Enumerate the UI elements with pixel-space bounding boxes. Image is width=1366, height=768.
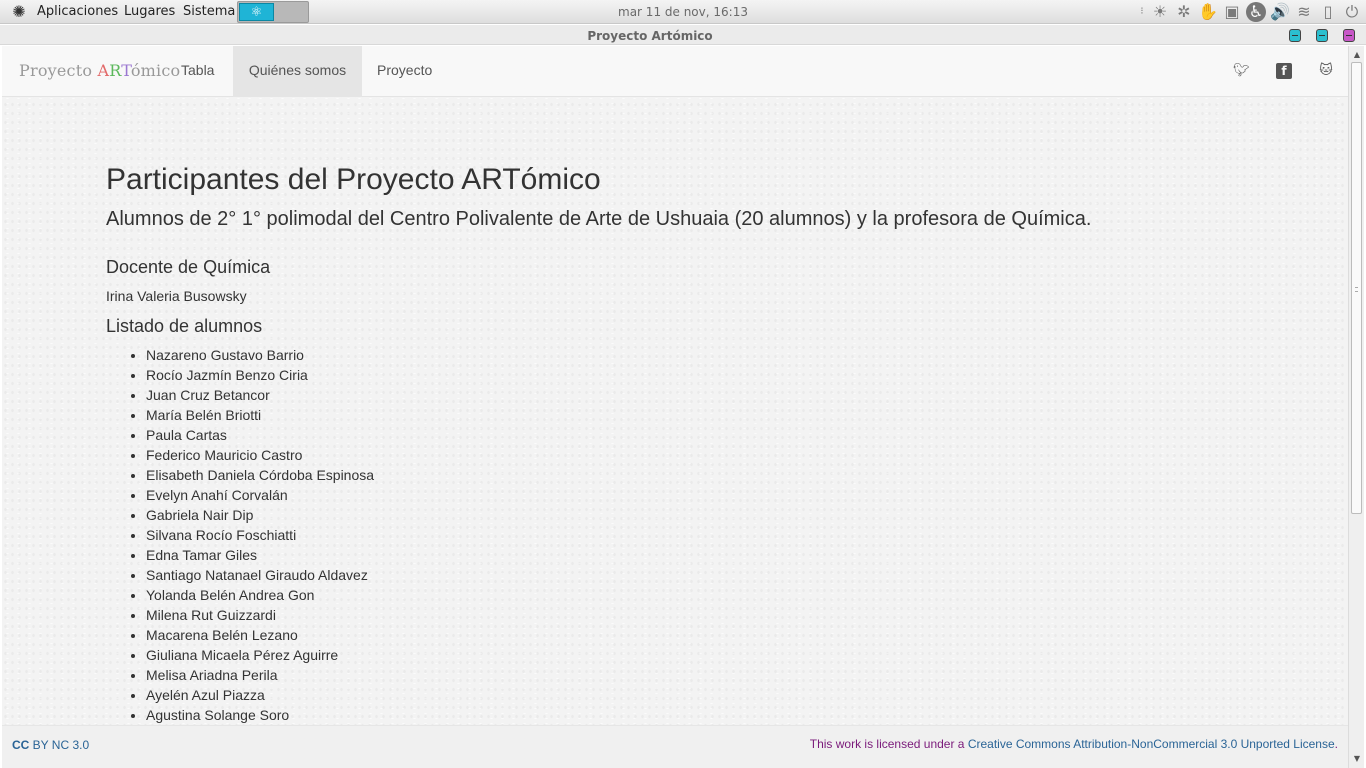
wifi-icon[interactable]: ≋ (1294, 2, 1314, 22)
display-icon[interactable]: ▣ (1222, 2, 1242, 22)
menu-sistema[interactable]: Sistema (183, 0, 235, 24)
student-item: María Belén Briotti (146, 405, 374, 425)
battery-icon[interactable]: ▯ (1318, 2, 1338, 22)
student-item: Rocío Jazmín Benzo Ciria (146, 365, 374, 385)
students-heading: Listado de alumnos (106, 316, 263, 336)
teacher-name: Irina Valeria Busowsky (106, 288, 247, 304)
scroll-up-arrow-icon[interactable]: ▲ (1349, 48, 1365, 62)
scroll-grip (1355, 287, 1358, 292)
student-item: Macarena Belén Lezano (146, 625, 374, 645)
bluetooth-icon[interactable]: ✲ (1174, 2, 1194, 22)
gnome-foot-icon[interactable]: ✺ (8, 2, 30, 22)
student-item: Federico Mauricio Castro (146, 445, 374, 465)
license-text: This work is licensed under a Creative C… (810, 726, 1338, 762)
page-title: Participantes del Proyecto ARTómico (106, 163, 601, 196)
cc-label: CC (12, 738, 30, 752)
student-item: Milena Rut Guizzardi (146, 605, 374, 625)
student-item: Nazareno Gustavo Barrio (146, 345, 374, 365)
workspace-switcher[interactable]: ⚛ (237, 1, 309, 23)
minimize-button[interactable] (1289, 29, 1301, 42)
navbar: Proyecto ARTómico Tabla Quiénes somos Pr… (2, 46, 1348, 97)
handle-icon: ⁝ (1140, 6, 1144, 17)
system-tray: ⁝ ☀ ✲ ✋ ▣ ♿ 🔊 ≋ ▯ ⏻ (1138, 0, 1362, 24)
student-item: Ayelén Azul Piazza (146, 685, 374, 705)
license-link[interactable]: Creative Commons Attribution-NonCommerci… (968, 737, 1335, 751)
student-item: Evelyn Anahí Corvalán (146, 485, 374, 505)
accessibility-icon[interactable]: ♿ (1246, 2, 1266, 22)
brand-letter-t: T (121, 61, 131, 80)
license-suffix: . (1334, 737, 1338, 751)
student-item: Agustina Solange Soro (146, 705, 374, 725)
facebook-icon[interactable]: f (1276, 63, 1292, 79)
student-item: Gabriela Nair Dip (146, 505, 374, 525)
student-item: Elisabeth Daniela Córdoba Espinosa (146, 465, 374, 485)
top-panel: ✺ Aplicaciones Lugares Sistema ⚛ mar 11 … (0, 0, 1366, 24)
brand-logo[interactable]: Proyecto ARTómico (19, 46, 180, 97)
vertical-scrollbar[interactable]: ▲ ▼ (1348, 46, 1364, 768)
nav-proyecto[interactable]: Proyecto (363, 46, 446, 97)
close-button[interactable] (1343, 29, 1355, 42)
brand-letter-a: A (97, 61, 110, 80)
menu-aplicaciones[interactable]: Aplicaciones (37, 0, 118, 24)
license-prefix: This work is licensed under a (809, 737, 968, 751)
page-subtitle: Alumnos de 2° 1° polimodal del Centro Po… (106, 208, 1092, 230)
volume-icon[interactable]: 🔊 (1270, 2, 1290, 22)
twitter-icon[interactable]: 🐦︎ (1233, 63, 1250, 79)
student-item: Juan Cruz Betancor (146, 385, 374, 405)
window-title: Proyecto Artómico (587, 29, 713, 43)
scroll-thumb[interactable] (1351, 62, 1362, 514)
teacher-heading: Docente de Química (106, 257, 271, 277)
cc-badge[interactable]: CC BY NC 3.0 (12, 726, 89, 764)
nav-quienes-somos[interactable]: Quiénes somos (233, 46, 362, 97)
web-page: Proyecto ARTómico Tabla Quiénes somos Pr… (2, 46, 1348, 768)
scroll-down-arrow-icon[interactable]: ▼ (1349, 752, 1365, 766)
nav-tabla[interactable]: Tabla (167, 46, 228, 97)
atom-icon[interactable]: ⚛ (239, 3, 274, 21)
student-item: Silvana Rocío Foschiatti (146, 525, 374, 545)
gesture-icon[interactable]: ✋ (1198, 2, 1218, 22)
cc-license-type: BY NC 3.0 (29, 738, 90, 752)
brightness-icon[interactable]: ☀ (1150, 2, 1170, 22)
power-icon[interactable]: ⏻ (1342, 2, 1362, 22)
brand-letter-r: R (109, 61, 122, 80)
student-item: Giuliana Micaela Pérez Aguirre (146, 645, 374, 665)
student-item: Edna Tamar Giles (146, 545, 374, 565)
student-item: Santiago Natanael Giraudo Aldavez (146, 565, 374, 585)
brand-text: Proyecto (19, 61, 98, 80)
menu-lugares[interactable]: Lugares (124, 0, 175, 24)
footer: CC BY NC 3.0 This work is licensed under… (2, 725, 1348, 768)
student-item: Melisa Ariadna Perila (146, 665, 374, 685)
github-icon[interactable]: 🐱︎ (1318, 63, 1334, 79)
students-list: Nazareno Gustavo BarrioRocío Jazmín Benz… (146, 345, 374, 725)
window-titlebar[interactable]: Proyecto Artómico (0, 25, 1366, 45)
student-item: Paula Cartas (146, 425, 374, 445)
maximize-button[interactable] (1316, 29, 1328, 42)
student-item: Yolanda Belén Andrea Gon (146, 585, 374, 605)
